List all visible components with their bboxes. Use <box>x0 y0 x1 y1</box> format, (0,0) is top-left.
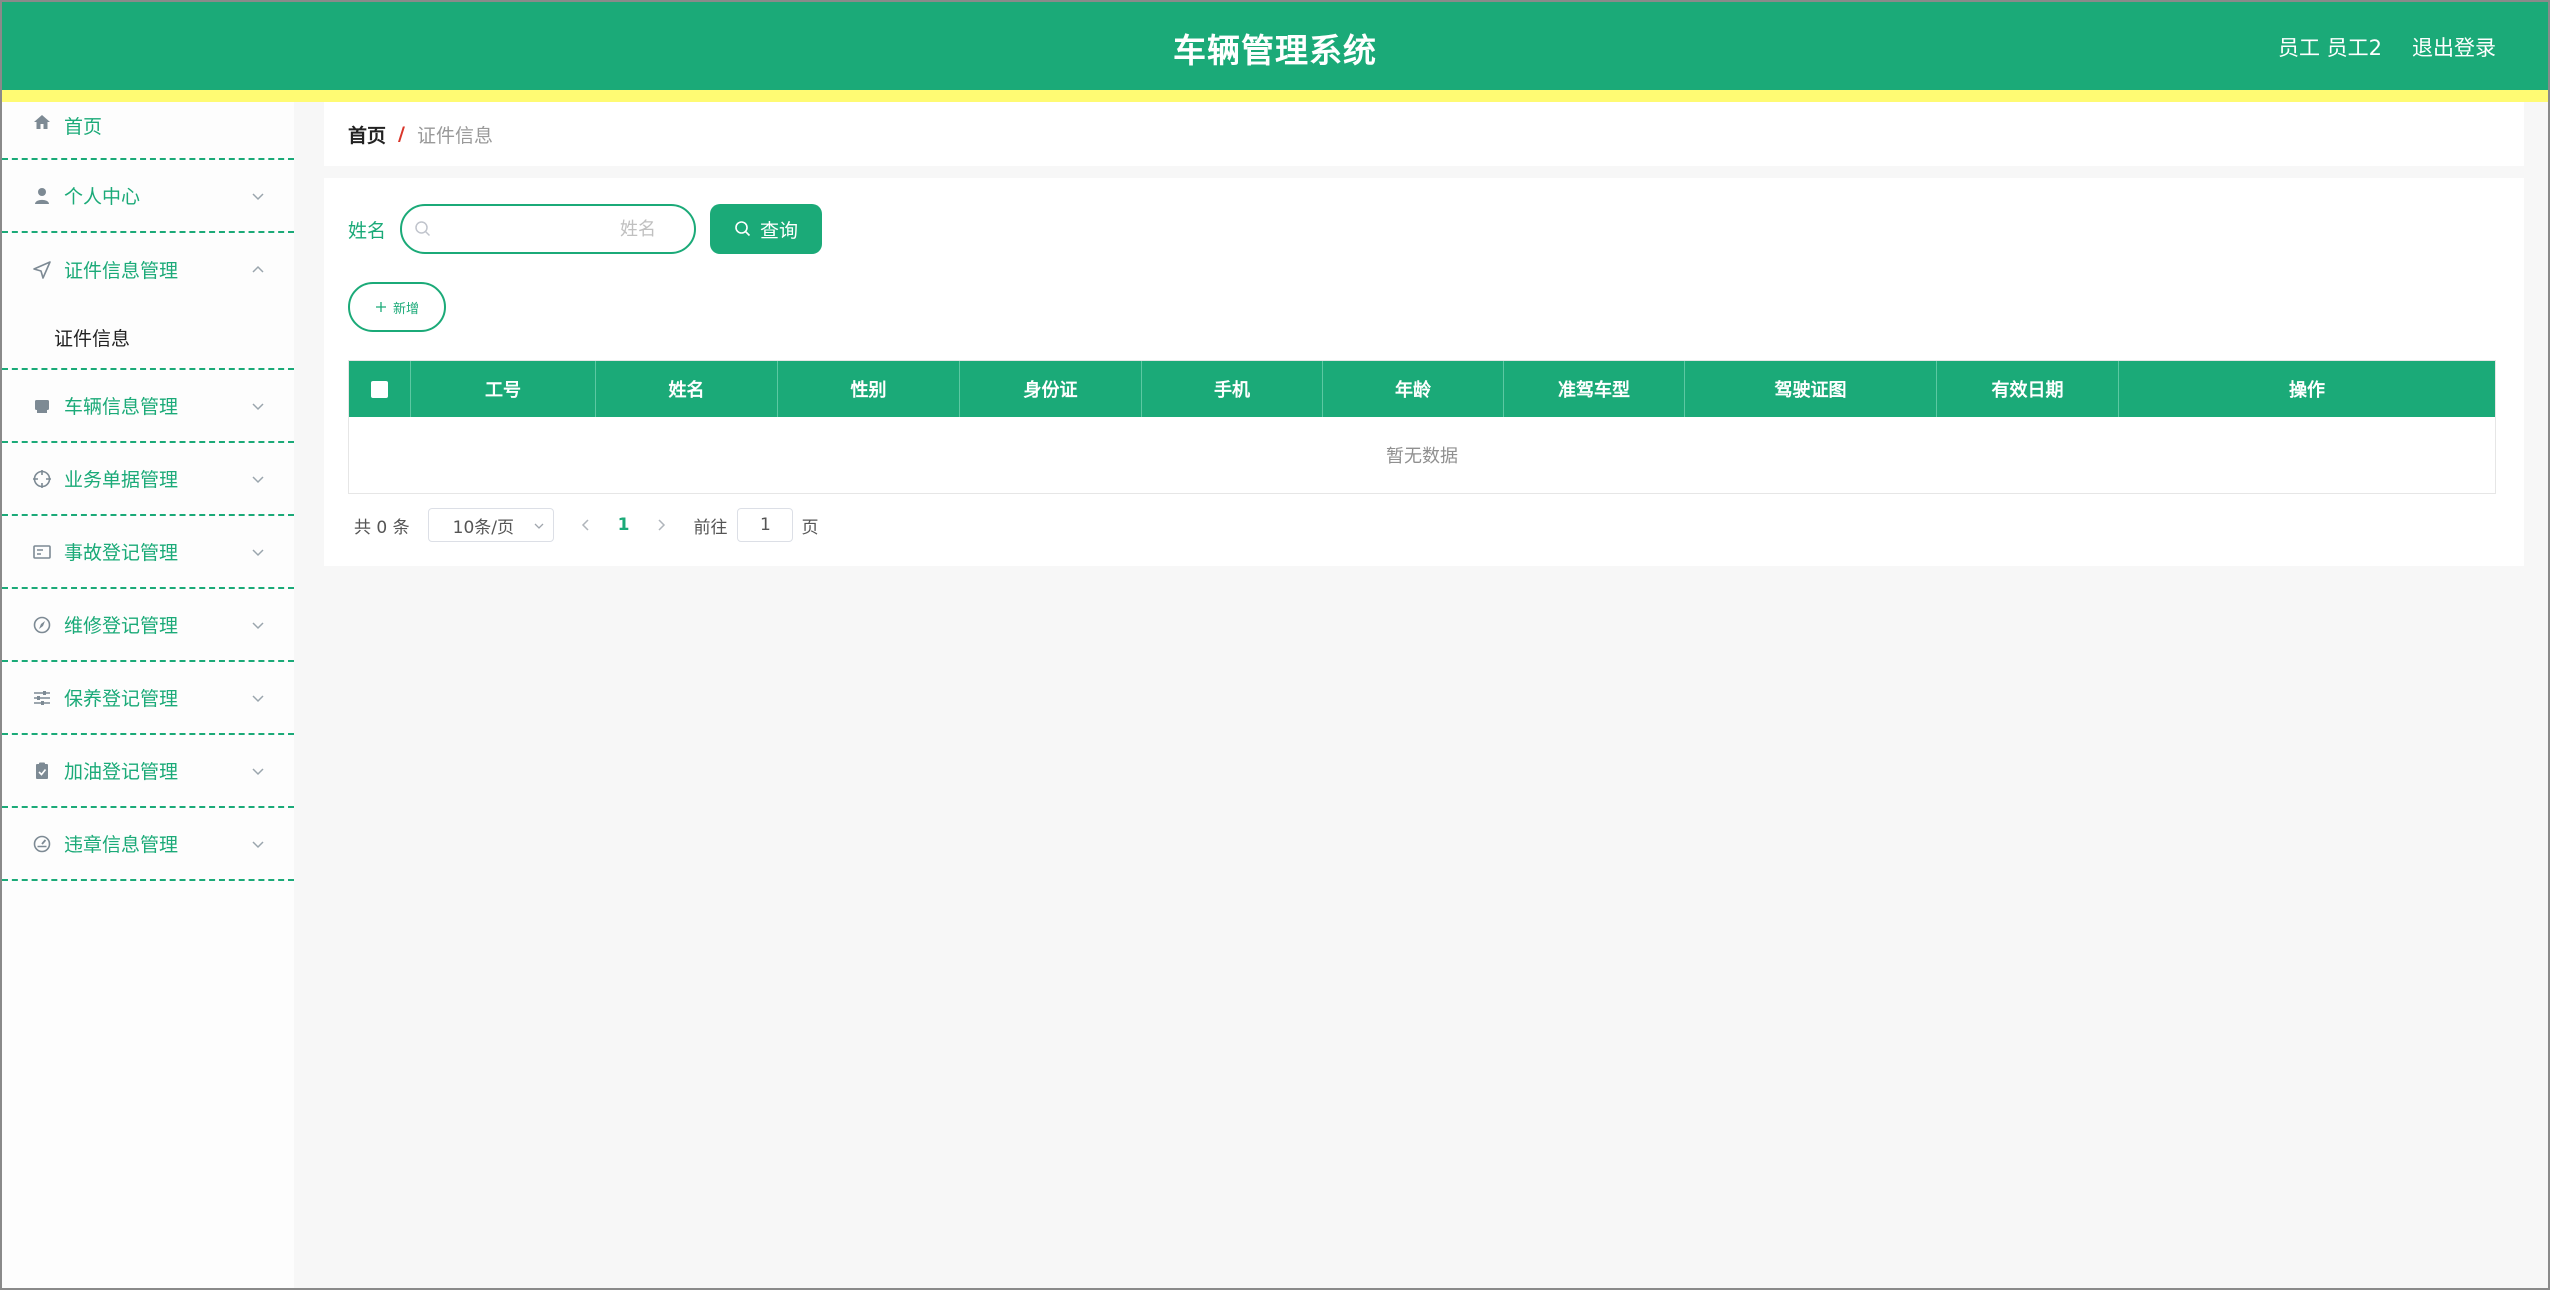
top-header: 车辆管理系统 员工 员工2 退出登录 <box>2 2 2548 90</box>
app-window: 车辆管理系统 员工 员工2 退出登录 首页 个人中心 证件信息管理 证件信息 车… <box>0 0 2550 1290</box>
column-header-actions: 操作 <box>2289 380 2325 401</box>
sliders-icon <box>32 688 52 708</box>
goto-prefix: 前往 <box>693 517 728 538</box>
user-icon <box>32 186 52 206</box>
clipboard-icon <box>32 761 52 781</box>
add-button-label: 新增 <box>392 301 419 317</box>
id-card-icon <box>32 542 52 562</box>
table-empty-text: 暂无数据 <box>349 417 2495 493</box>
page-number-current[interactable]: 1 <box>618 515 630 535</box>
home-icon <box>32 112 52 132</box>
sidebar-item-label: 车辆信息管理 <box>64 396 179 418</box>
column-header-gender[interactable]: 性别 <box>778 361 960 417</box>
certificate-table: 工号 姓名 性别 身份证 手机 年龄 准驾车型 驾驶证图 有效日期 操作 暂无数… <box>348 360 2496 494</box>
printer-icon <box>32 396 52 416</box>
current-user-label[interactable]: 员工 员工2 <box>2278 32 2382 62</box>
sidebar-item-violation-management[interactable]: 违章信息管理 <box>2 808 294 881</box>
sidebar-item-vehicle-management[interactable]: 车辆信息管理 <box>2 370 294 443</box>
column-header-id-card[interactable]: 身份证 <box>960 361 1142 417</box>
chevron-down-icon <box>252 840 264 848</box>
sidebar-item-label: 个人中心 <box>64 186 141 208</box>
search-form: 姓名 查询 <box>348 204 823 254</box>
chevron-down-icon <box>252 475 264 483</box>
sidebar-item-label: 证件信息管理 <box>64 260 179 282</box>
sidebar-item-label: 事故登记管理 <box>64 542 179 564</box>
logout-button[interactable]: 退出登录 <box>2412 32 2496 62</box>
compass-icon <box>32 615 52 635</box>
sidebar: 首页 个人中心 证件信息管理 证件信息 车辆信息管理 业务单据管理 事故登记管理… <box>2 102 294 1288</box>
breadcrumb-home-link[interactable]: 首页 <box>348 121 386 148</box>
send-icon <box>32 260 52 280</box>
header-accent-bar <box>2 90 2548 102</box>
name-search-input[interactable] <box>438 214 679 244</box>
search-label: 姓名 <box>348 219 387 242</box>
column-header-name[interactable]: 姓名 <box>596 361 778 417</box>
sidebar-item-refuel-registration[interactable]: 加油登记管理 <box>2 735 294 808</box>
next-page-icon[interactable] <box>653 517 669 533</box>
prev-page-icon[interactable] <box>578 517 594 533</box>
add-button[interactable]: 新增 <box>348 282 446 332</box>
chevron-down-icon <box>252 767 264 775</box>
breadcrumb: 首页 / 证件信息 <box>324 102 2524 166</box>
search-icon <box>415 221 431 237</box>
column-header-license-image[interactable]: 驾驶证图 <box>1685 361 1937 417</box>
goto-suffix: 页 <box>801 517 819 538</box>
pagination: 共 0 条 10条/页 1 前往 页 <box>354 508 818 542</box>
chevron-down-icon <box>252 694 264 702</box>
pagination-total: 共 0 条 <box>354 517 410 538</box>
chevron-down-icon <box>252 548 264 556</box>
column-header-license-class[interactable]: 准驾车型 <box>1504 361 1685 417</box>
sidebar-item-label: 业务单据管理 <box>64 469 179 491</box>
sidebar-item-business-documents[interactable]: 业务单据管理 <box>2 443 294 516</box>
sidebar-item-accident-registration[interactable]: 事故登记管理 <box>2 516 294 589</box>
sidebar-item-label: 违章信息管理 <box>64 834 179 856</box>
page-size-select[interactable]: 10条/页 <box>427 508 554 542</box>
chevron-down-icon <box>252 192 264 200</box>
sidebar-subitem-certificate-info[interactable]: 证件信息 <box>2 306 294 370</box>
gauge-icon <box>32 834 52 854</box>
sidebar-item-label: 维修登记管理 <box>64 615 179 637</box>
sidebar-item-label: 首页 <box>64 116 103 138</box>
target-icon <box>32 469 52 489</box>
chevron-up-icon <box>252 265 264 273</box>
sidebar-item-certificate-management[interactable]: 证件信息管理 <box>2 233 294 306</box>
query-button-label: 查询 <box>760 219 799 242</box>
sidebar-item-label: 保养登记管理 <box>64 688 179 710</box>
goto-page-input[interactable] <box>737 508 794 542</box>
column-header-employee-id[interactable]: 工号 <box>411 361 596 417</box>
sidebar-item-maintenance-registration[interactable]: 保养登记管理 <box>2 662 294 735</box>
app-title: 车辆管理系统 <box>1173 31 1377 70</box>
select-all-cell <box>349 361 411 417</box>
sidebar-item-repair-registration[interactable]: 维修登记管理 <box>2 589 294 662</box>
column-header-valid-date[interactable]: 有效日期 <box>1937 361 2119 417</box>
plus-icon <box>375 302 386 312</box>
page-size-value: 10条/页 <box>452 517 514 538</box>
breadcrumb-current: 证件信息 <box>416 124 493 147</box>
table-header: 工号 姓名 性别 身份证 手机 年龄 准驾车型 驾驶证图 有效日期 操作 <box>349 361 2495 417</box>
content-panel: 姓名 查询 新增 工号 姓名 性别 身份证 手机 <box>324 178 2524 566</box>
query-button[interactable]: 查询 <box>710 204 823 254</box>
column-header-phone[interactable]: 手机 <box>1142 361 1323 417</box>
search-icon <box>735 221 751 237</box>
chevron-down-icon <box>252 621 264 629</box>
header-user-area: 员工 员工2 退出登录 <box>2278 32 2496 62</box>
select-all-checkbox[interactable] <box>371 380 388 398</box>
search-box <box>400 204 697 254</box>
chevron-down-icon <box>252 402 264 410</box>
sidebar-item-personal-center[interactable]: 个人中心 <box>2 160 294 233</box>
sidebar-item-home[interactable]: 首页 <box>2 102 294 160</box>
chevron-down-icon <box>534 523 544 529</box>
breadcrumb-separator: / <box>398 123 405 145</box>
sidebar-item-label: 加油登记管理 <box>64 761 179 783</box>
column-header-age[interactable]: 年龄 <box>1323 361 1504 417</box>
